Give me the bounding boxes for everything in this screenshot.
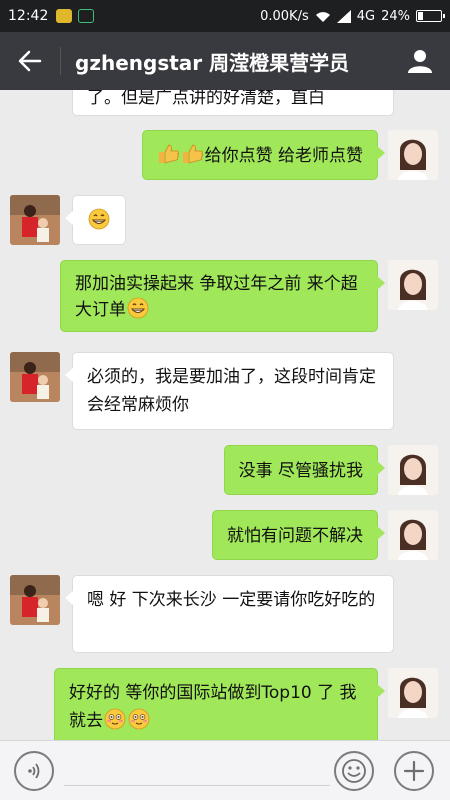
chat-messages[interactable]: 了。但是广点讲的好清楚，直白 给你点赞 给老师点赞 那加油实操起来 争取过年之前… (0, 90, 450, 740)
back-arrow-icon (18, 50, 42, 72)
message-bubble[interactable]: 没事 尽管骚扰我 (223, 445, 386, 495)
message-text: 给你点赞 给老师点赞 (204, 146, 363, 166)
message-bubble[interactable]: 就怕有问题不解决 (212, 510, 385, 560)
status-time: 12:42 (8, 8, 49, 24)
network-type: 4G (356, 8, 376, 24)
self-avatar[interactable] (388, 445, 438, 495)
self-avatar[interactable] (388, 130, 438, 180)
self-avatar[interactable] (388, 668, 438, 718)
thumbs-up-icon (181, 141, 205, 171)
status-bar: 12:42 0.00K/s 4G 24% (0, 0, 450, 32)
message-bubble[interactable]: 给你点赞 给老师点赞 (141, 130, 386, 180)
message-text: 了。但是广点讲的好清楚，直白 (87, 90, 325, 108)
emoji-button[interactable] (334, 751, 374, 791)
smiley-icon (342, 759, 366, 783)
wifi-icon (315, 11, 330, 22)
blush-icon (103, 707, 127, 735)
signal-icon (336, 9, 351, 23)
message-bubble[interactable]: 必须的，我是要加油了，这段时间肯定会经常麻烦你 (65, 352, 394, 430)
message-bubble[interactable] (65, 195, 126, 245)
back-button[interactable] (0, 32, 60, 90)
message-bubble[interactable]: 了。但是广点讲的好清楚，直白 (72, 90, 394, 116)
voice-button[interactable] (14, 751, 54, 791)
header-divider (60, 47, 61, 75)
grin-icon (126, 297, 150, 323)
message-text: 必须的，我是要加油了，这段时间肯定会经常麻烦你 (87, 367, 376, 415)
battery-icon (416, 10, 445, 22)
contact-avatar[interactable] (10, 575, 60, 625)
contact-avatar[interactable] (10, 195, 60, 245)
message-text: 嗯 好 下次来长沙 一定要请你吃好吃的 (87, 590, 376, 610)
self-avatar[interactable] (388, 260, 438, 310)
voice-icon (28, 763, 40, 779)
contact-avatar[interactable] (10, 352, 60, 402)
chat-title: gzhengstar 周滢橙果营学员 (75, 50, 350, 75)
app-notification-icon (56, 9, 73, 23)
thumbs-up-icon (157, 141, 181, 171)
message-input[interactable] (64, 785, 330, 786)
message-bubble[interactable]: 好好的 等你的国际站做到Top10 了 我就去 (54, 668, 385, 740)
message-bubble[interactable]: 那加油实操起来 争取过年之前 来个超大订单 (60, 260, 385, 332)
message-text: 没事 尽管骚扰我 (238, 461, 363, 481)
more-button[interactable] (394, 751, 434, 791)
chat-info-button[interactable] (390, 32, 450, 90)
network-speed: 0.00K/s (260, 8, 309, 24)
message-text: 那加油实操起来 争取过年之前 来个超大订单 (75, 274, 358, 320)
message-text: 就怕有问题不解决 (227, 526, 363, 546)
chat-header: gzhengstar 周滢橙果营学员 (0, 32, 450, 90)
input-bar (0, 740, 450, 800)
blush-icon (127, 707, 151, 735)
battery-level: 24% (381, 8, 410, 24)
self-avatar[interactable] (388, 510, 438, 560)
grin-icon (87, 206, 111, 236)
person-icon (408, 50, 432, 73)
plus-icon (403, 760, 425, 782)
screenshot-notification-icon (78, 9, 95, 23)
message-bubble[interactable]: 嗯 好 下次来长沙 一定要请你吃好吃的 (65, 575, 394, 653)
